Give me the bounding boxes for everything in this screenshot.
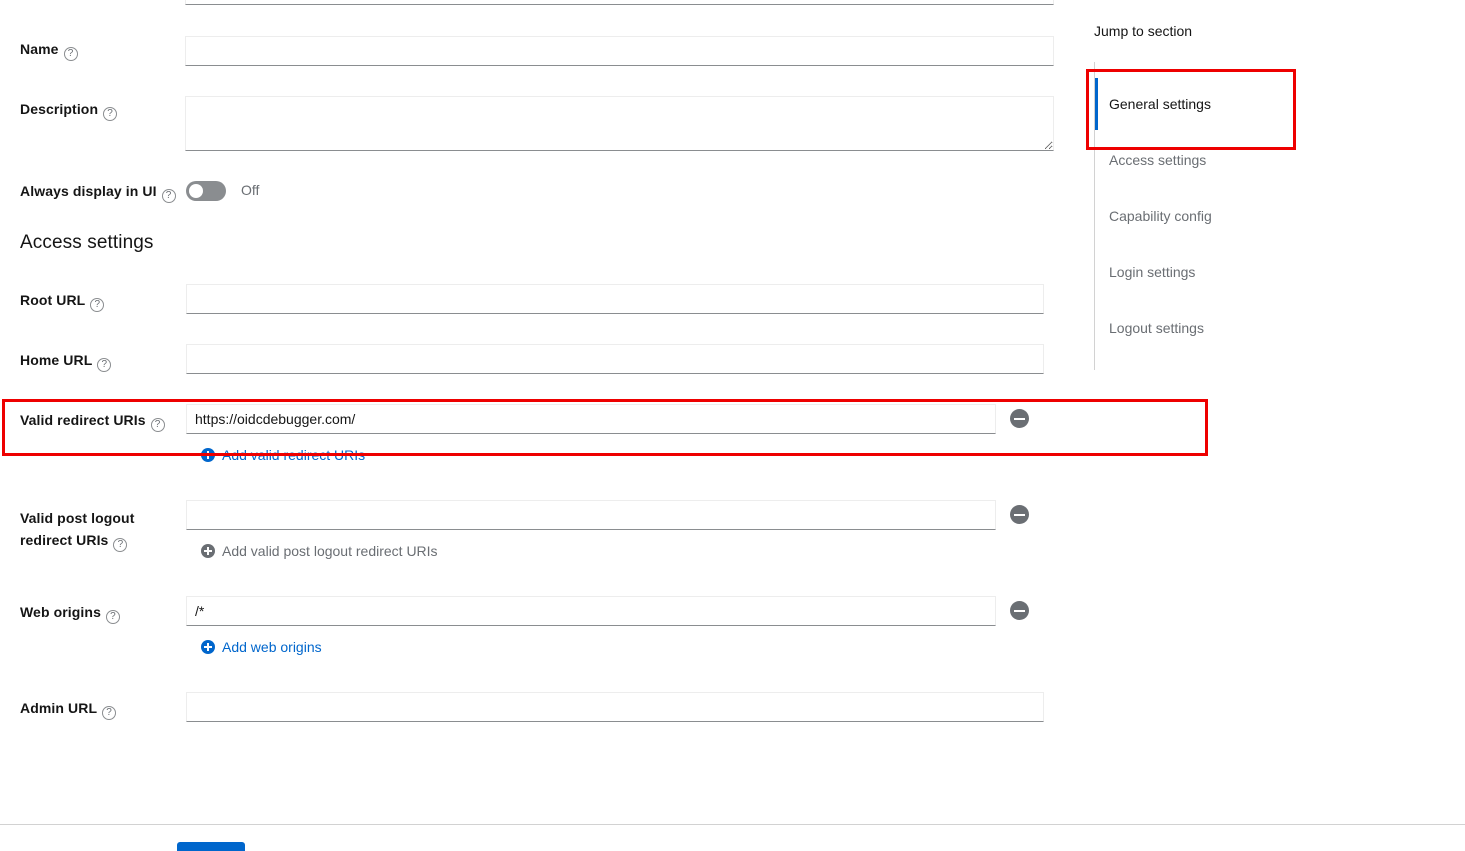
- add-valid-post-logout-redirect-uris-link[interactable]: Add valid post logout redirect URIs: [201, 543, 438, 559]
- remove-valid-redirect-uri-button[interactable]: [1010, 409, 1029, 428]
- always-display-toggle[interactable]: [186, 181, 226, 201]
- home-url-input[interactable]: [186, 344, 1044, 374]
- add-valid-redirect-uris-link[interactable]: Add valid redirect URIs: [201, 447, 365, 463]
- always-display-help-icon[interactable]: ?: [161, 189, 176, 203]
- jump-to-section-title: Jump to section: [1094, 23, 1193, 39]
- add-web-origins-label: Add web origins: [222, 639, 322, 655]
- plus-icon: [201, 640, 215, 654]
- admin-url-label: Admin URL?: [20, 699, 180, 720]
- valid-redirect-uris-label: Valid redirect URIs?: [20, 411, 180, 432]
- plus-icon: [201, 448, 215, 462]
- name-help-icon[interactable]: ?: [63, 47, 78, 61]
- name-input[interactable]: [185, 36, 1054, 66]
- home-url-label: Home URL?: [20, 351, 180, 372]
- home-url-label-text: Home URL: [20, 352, 93, 368]
- jump-item-general-settings[interactable]: General settings: [1109, 96, 1211, 112]
- add-web-origins-link[interactable]: Add web origins: [201, 639, 322, 655]
- jump-item-login-settings[interactable]: Login settings: [1109, 264, 1195, 280]
- root-url-label: Root URL?: [20, 291, 180, 312]
- client-id-input-cutoff[interactable]: [185, 0, 1054, 5]
- root-url-help-icon[interactable]: ?: [90, 298, 105, 312]
- web-origins-label-text: Web origins: [20, 604, 101, 620]
- always-display-state-label: Off: [241, 182, 260, 198]
- root-url-label-text: Root URL: [20, 292, 86, 308]
- jump-nav-active-indicator: [1095, 78, 1098, 130]
- jump-to-section-nav: Jump to section General settings Access …: [1094, 0, 1465, 851]
- name-label-text: Name: [20, 41, 59, 57]
- admin-url-input[interactable]: [186, 692, 1044, 722]
- valid-redirect-uris-label-text: Valid redirect URIs: [20, 412, 146, 428]
- valid-post-logout-redirect-uris-label: Valid post logout redirect URIs?: [20, 507, 180, 552]
- plus-icon: [201, 544, 215, 558]
- access-settings-heading: Access settings: [20, 232, 154, 253]
- root-url-input[interactable]: [186, 284, 1044, 314]
- add-valid-redirect-uris-label: Add valid redirect URIs: [222, 447, 366, 463]
- description-help-icon[interactable]: ?: [103, 107, 118, 121]
- web-origins-help-icon[interactable]: ?: [105, 610, 120, 624]
- home-url-help-icon[interactable]: ?: [97, 358, 112, 372]
- jump-item-access-settings[interactable]: Access settings: [1109, 152, 1206, 168]
- client-settings-page: Name? Description? Always display in UI?…: [0, 0, 1465, 851]
- footer-divider: [0, 824, 1465, 825]
- remove-web-origin-button[interactable]: [1010, 601, 1029, 620]
- valid-post-logout-redirect-uris-input[interactable]: [186, 500, 996, 530]
- always-display-label: Always display in UI?: [20, 182, 195, 203]
- name-label: Name?: [20, 40, 180, 61]
- web-origins-input[interactable]: [186, 596, 996, 626]
- remove-valid-post-logout-redirect-uri-button[interactable]: [1010, 505, 1029, 524]
- valid-redirect-uris-help-icon[interactable]: ?: [150, 418, 165, 432]
- settings-form: Name? Description? Always display in UI?…: [0, 0, 1080, 851]
- valid-redirect-uris-input[interactable]: [186, 404, 996, 434]
- always-display-label-text: Always display in UI: [20, 183, 157, 199]
- admin-url-label-text: Admin URL: [20, 700, 98, 716]
- web-origins-label: Web origins?: [20, 603, 180, 624]
- description-label: Description?: [20, 100, 180, 121]
- add-valid-post-logout-redirect-uris-label: Add valid post logout redirect URIs: [222, 543, 438, 559]
- save-button[interactable]: Save: [177, 842, 245, 851]
- valid-post-logout-redirect-uris-help-icon[interactable]: ?: [113, 538, 128, 552]
- description-textarea[interactable]: [185, 96, 1054, 151]
- description-label-text: Description: [20, 101, 99, 117]
- jump-item-logout-settings[interactable]: Logout settings: [1109, 320, 1204, 336]
- admin-url-help-icon[interactable]: ?: [102, 706, 117, 720]
- toggle-knob: [189, 184, 203, 198]
- jump-item-capability-config[interactable]: Capability config: [1109, 208, 1212, 224]
